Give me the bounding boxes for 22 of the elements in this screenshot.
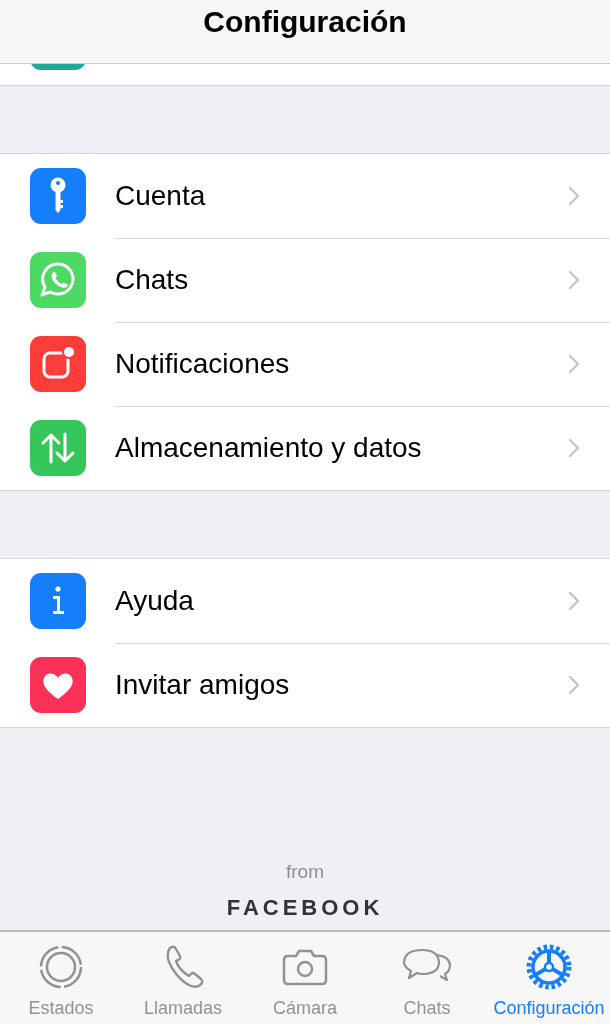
page-title: Configuración [203,4,407,39]
row-label: Chats [115,263,189,296]
row-label: Invitar amigos [115,669,290,701]
row-label: Ayuda [115,584,194,617]
from-text: from [286,861,324,883]
settings-row[interactable]: Notificaciones [0,322,610,406]
brand-text: FACEBOOK [226,895,384,921]
chevron-icon [568,353,580,374]
chevron-icon [568,590,580,611]
chevron-icon [568,185,580,206]
tab[interactable]: Configuración [488,932,610,1024]
settings-row[interactable]: Almacenamiento y datos [0,406,610,490]
chevron-icon [568,269,580,290]
row-label: Cuenta [115,179,206,212]
settings-row[interactable]: Chats [0,238,610,322]
chevron-icon [568,675,580,695]
settings-row[interactable]: Invitar amigos [0,643,610,727]
row-label: Almacenamiento y datos [115,432,422,464]
settings-row[interactable]: Cuenta [0,154,610,238]
chevron-icon [568,438,580,458]
settings-row[interactable]: Ayuda [0,559,610,643]
row-label: Notificaciones [115,347,290,380]
